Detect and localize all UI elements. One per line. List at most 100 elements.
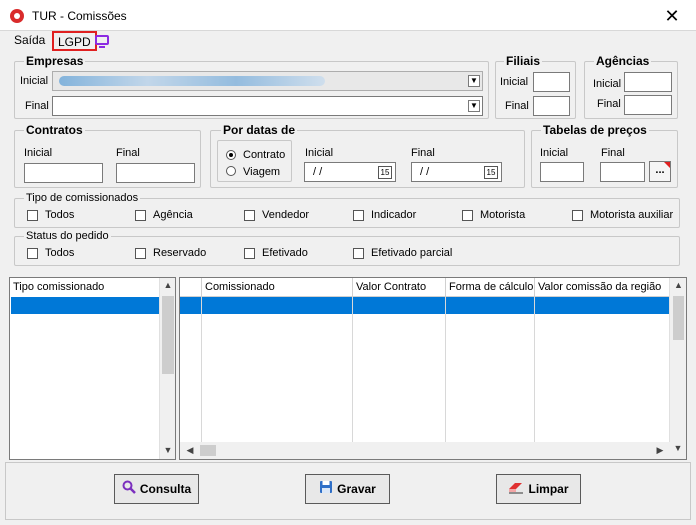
checkbox-status-efetivado-parcial[interactable] (353, 248, 364, 259)
agencias-final-label: Final (597, 98, 621, 110)
column-header-valor-contrato[interactable]: Valor Contrato (353, 278, 446, 296)
consulta-label: Consulta (139, 482, 192, 496)
tipo-comissionado-list[interactable]: Tipo comissionado ▲ ▼ (9, 277, 176, 460)
datas-final-date-input[interactable]: / / 15 (411, 162, 502, 182)
tipo-comissionado-header[interactable]: Tipo comissionado (10, 278, 160, 296)
grid-line (352, 297, 353, 442)
monitor-icon[interactable] (95, 35, 109, 48)
empresas-final-label: Final (25, 100, 49, 112)
grid-line (445, 297, 446, 442)
empresas-inicial-label: Inicial (20, 75, 49, 87)
grid-line (201, 297, 202, 442)
checkbox-tipo-motorista[interactable] (462, 210, 473, 221)
radio-viagem[interactable] (226, 166, 236, 176)
calendar-icon[interactable]: 15 (484, 166, 498, 179)
list-item[interactable] (11, 297, 159, 314)
scroll-left-icon[interactable]: ◀ (184, 445, 196, 456)
agencias-final-input[interactable] (624, 95, 672, 115)
comissoes-grid[interactable]: Comissionado Valor Contrato Forma de cál… (179, 277, 687, 460)
radio-contrato-label[interactable]: Contrato (243, 149, 285, 161)
hscroll-thumb[interactable] (200, 445, 216, 456)
empresas-title: Empresas (24, 54, 86, 68)
checkbox-tipo-vendedor[interactable] (244, 210, 255, 221)
limpar-button[interactable]: Limpar (496, 474, 581, 504)
required-marker-icon (664, 162, 670, 168)
label-status-efetivado-parcial[interactable]: Efetivado parcial (371, 247, 452, 259)
contratos-inicial-input[interactable] (24, 163, 103, 183)
grid-line (534, 297, 535, 442)
app-logo-icon (10, 9, 24, 23)
filiais-inicial-input[interactable] (533, 72, 570, 92)
search-icon (122, 476, 136, 504)
tabelas-inicial-label: Inicial (540, 147, 569, 159)
column-header-valor-comissao-regiao[interactable]: Valor comissão da região (535, 278, 669, 296)
contratos-final-label: Final (116, 147, 140, 159)
agencias-inicial-label: Inicial (593, 78, 622, 90)
checkbox-tipo-motorista-auxiliar[interactable] (572, 210, 583, 221)
checkbox-tipo-agencia[interactable] (135, 210, 146, 221)
left-list-vscroll[interactable]: ▲ ▼ (159, 278, 175, 459)
empresas-final-select[interactable]: ▼ (52, 96, 483, 116)
label-tipo-vendedor[interactable]: Vendedor (262, 209, 309, 221)
status-pedido-group (14, 236, 680, 266)
menu-lgpd[interactable]: LGPD (52, 31, 97, 51)
scroll-right-icon[interactable]: ▶ (654, 445, 666, 456)
row-indicator-header (180, 278, 202, 296)
checkbox-status-reservado[interactable] (135, 248, 146, 259)
por-datas-title: Por datas de (221, 123, 298, 137)
tabelas-final-input[interactable] (600, 162, 645, 182)
calendar-icon[interactable]: 15 (378, 166, 392, 179)
checkbox-tipo-todos[interactable] (27, 210, 38, 221)
title-bar: TUR - Comissões ✕ (0, 0, 696, 31)
grid-vscroll[interactable]: ▲ (669, 278, 686, 442)
filiais-title: Filiais (504, 54, 543, 68)
agencias-inicial-input[interactable] (624, 72, 672, 92)
radio-viagem-label[interactable]: Viagem (243, 166, 280, 178)
label-tipo-todos[interactable]: Todos (45, 209, 74, 221)
datas-final-value: / / (420, 166, 430, 178)
menu-bar: Saída LGPD (0, 31, 696, 51)
empresas-inicial-select[interactable]: ▼ (52, 71, 483, 91)
scroll-down-icon[interactable]: ▼ (160, 445, 176, 455)
consulta-button[interactable]: Consulta (114, 474, 199, 504)
filiais-inicial-label: Inicial (500, 76, 529, 88)
grid-hscroll[interactable]: ◀ ▶ ▼ (180, 442, 686, 459)
tabelas-lookup-button[interactable]: ... (649, 161, 671, 182)
label-tipo-motorista-auxiliar[interactable]: Motorista auxiliar (590, 209, 673, 221)
checkbox-status-efetivado[interactable] (244, 248, 255, 259)
column-header-forma-calculo[interactable]: Forma de cálculo (446, 278, 535, 296)
checkbox-status-todos[interactable] (27, 248, 38, 259)
contratos-final-input[interactable] (116, 163, 195, 183)
label-tipo-motorista[interactable]: Motorista (480, 209, 525, 221)
filiais-final-label: Final (505, 100, 529, 112)
limpar-label: Limpar (528, 482, 569, 496)
scroll-down-icon[interactable]: ▼ (670, 443, 686, 453)
tabelas-inicial-input[interactable] (540, 162, 584, 182)
menu-saida[interactable]: Saída (14, 33, 45, 47)
chevron-down-icon[interactable]: ▼ (468, 100, 480, 112)
gravar-label: Gravar (337, 482, 376, 496)
scroll-up-icon[interactable]: ▲ (670, 280, 687, 290)
column-header-comissionado[interactable]: Comissionado (202, 278, 353, 296)
gravar-button[interactable]: Gravar (305, 474, 390, 504)
label-status-efetivado[interactable]: Efetivado (262, 247, 308, 259)
tabelas-final-label: Final (601, 147, 625, 159)
scroll-thumb[interactable] (673, 296, 684, 340)
redacted-value (59, 76, 325, 86)
label-tipo-agencia[interactable]: Agência (153, 209, 193, 221)
close-button[interactable]: ✕ (660, 5, 684, 27)
contratos-inicial-label: Inicial (24, 147, 53, 159)
save-icon (319, 476, 333, 504)
label-status-todos[interactable]: Todos (45, 247, 74, 259)
scroll-thumb[interactable] (162, 296, 174, 374)
datas-inicial-date-input[interactable]: / / 15 (304, 162, 396, 182)
label-status-reservado[interactable]: Reservado (153, 247, 206, 259)
radio-contrato[interactable] (226, 150, 236, 160)
table-row[interactable] (180, 297, 669, 314)
checkbox-tipo-indicador[interactable] (353, 210, 364, 221)
label-tipo-indicador[interactable]: Indicador (371, 209, 416, 221)
scroll-up-icon[interactable]: ▲ (160, 280, 176, 290)
chevron-down-icon[interactable]: ▼ (468, 75, 480, 87)
contratos-title: Contratos (24, 123, 85, 137)
filiais-final-input[interactable] (533, 96, 570, 116)
